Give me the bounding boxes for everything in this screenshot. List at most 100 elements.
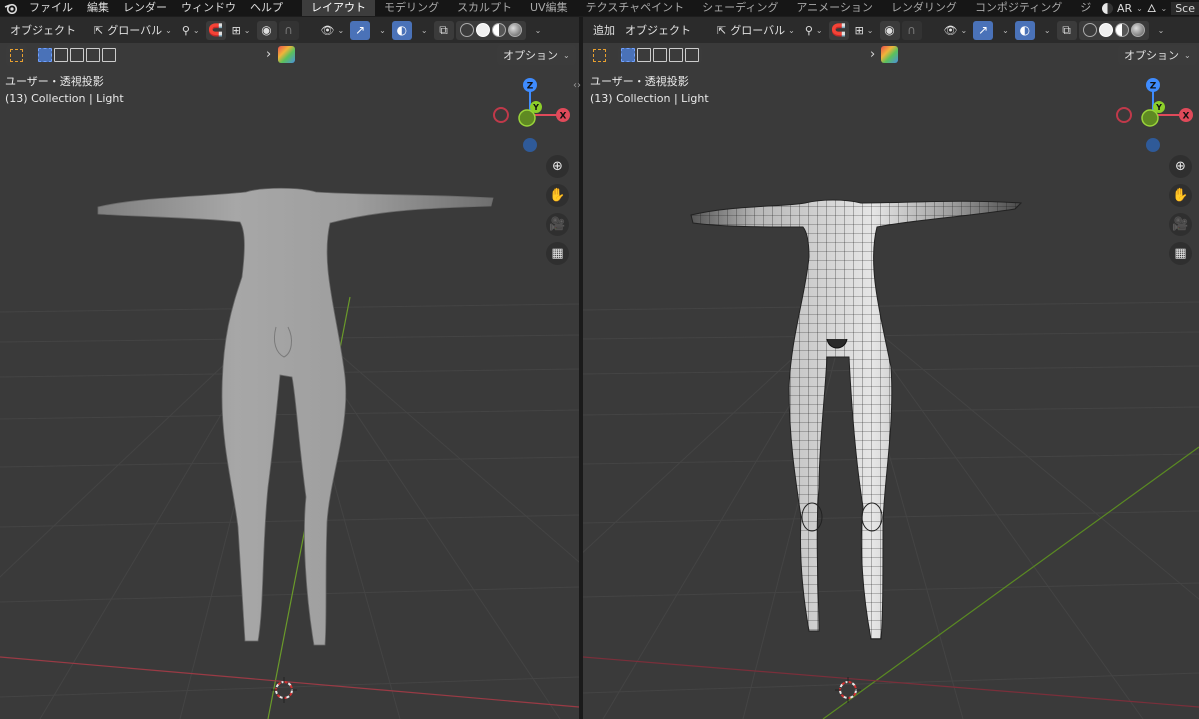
navigation-gizmo[interactable]: Z Y X <box>1113 75 1199 165</box>
select-tool-icon[interactable] <box>6 44 27 66</box>
rendered-shading-icon[interactable] <box>1130 23 1145 37</box>
select-intersect-icon[interactable] <box>685 48 699 62</box>
hand-icon[interactable]: ✋ <box>546 184 569 207</box>
ar-label[interactable]: AR <box>1117 2 1132 15</box>
chevron-right-icon[interactable]: › <box>870 47 875 62</box>
object-menu[interactable]: オブジェクト <box>621 21 695 40</box>
neg-x-axis-handle[interactable] <box>493 107 509 123</box>
overlay-toggle-icon[interactable]: ◐ <box>1014 20 1035 40</box>
snap-toggle-icon[interactable]: 🧲 <box>205 20 226 40</box>
menu-render[interactable]: レンダー <box>116 0 174 16</box>
pivot-dropdown[interactable]: ⚲ ⌄ <box>178 21 204 40</box>
workspace-tab-rendering[interactable]: レンダリング <box>882 0 966 16</box>
visibility-dropdown[interactable]: 👁 ⌄ <box>317 21 349 40</box>
options-dropdown[interactable]: オプション ⌄ <box>1118 45 1197 65</box>
chevron-down-icon[interactable]: ⌄ <box>1136 4 1143 13</box>
solid-shading-icon[interactable] <box>1098 23 1113 37</box>
material-shading-icon[interactable] <box>491 23 506 37</box>
workspace-tab-shading[interactable]: シェーディング <box>693 0 787 16</box>
workspace-tab-animation[interactable]: アニメーション <box>787 0 882 16</box>
hand-icon[interactable]: ✋ <box>1169 184 1192 207</box>
chevron-right-icon[interactable]: › <box>266 47 271 62</box>
editor-type-cube-icon[interactable] <box>881 46 898 63</box>
area-divider-arrows-icon[interactable]: ‹› <box>573 80 581 91</box>
neg-z-axis-handle[interactable] <box>1146 138 1160 152</box>
workspace-tab-sculpt[interactable]: スカルプト <box>448 0 521 16</box>
wireframe-shading-icon[interactable] <box>1082 23 1097 37</box>
editor-type-cube-icon[interactable] <box>278 46 295 63</box>
menu-window[interactable]: ウィンドウ <box>174 0 243 16</box>
grid-icon[interactable]: ▦ <box>1169 242 1192 265</box>
neg-x-axis-handle[interactable] <box>1116 107 1132 123</box>
camera-icon[interactable]: 🎥 <box>1169 213 1192 236</box>
gizmo-dropdown[interactable]: ⌄ <box>372 21 390 40</box>
3d-cursor-icon[interactable] <box>835 677 861 703</box>
grid-icon[interactable]: ▦ <box>546 242 569 265</box>
shading-dropdown[interactable]: ⌄ <box>528 21 546 40</box>
visibility-dropdown[interactable]: 👁 ⌄ <box>940 21 972 40</box>
zoom-icon[interactable]: ⊕ <box>546 155 569 178</box>
pivot-dropdown[interactable]: ⚲ ⌄ <box>801 21 827 40</box>
select-intersect-icon[interactable] <box>102 48 116 62</box>
workspace-tab-uv[interactable]: UV編集 <box>521 0 577 16</box>
workspace-tab-layout[interactable]: レイアウト <box>302 0 375 16</box>
scene-name-field[interactable]: Sce <box>1171 1 1199 15</box>
x-axis-label: X <box>1183 112 1190 122</box>
neg-z-axis-handle[interactable] <box>523 138 537 152</box>
proportional-edit-icon[interactable]: ◉ <box>256 20 277 40</box>
blender-logo-icon[interactable] <box>0 0 22 16</box>
wireframe-shading-icon[interactable] <box>459 23 474 37</box>
right-3d-viewport[interactable]: 追加 オブジェクト ⇱ グローバル ⌄ ⚲ ⌄ 🧲 ⊞ ⌄ ◉ ∩ 👁 ⌄ ↗ ⌄ ◐… <box>583 17 1199 719</box>
workspace-tab-modeling[interactable]: モデリング <box>375 0 448 16</box>
select-new-icon[interactable] <box>621 48 635 62</box>
falloff-curve-icon[interactable]: ∩ <box>278 20 299 40</box>
xray-toggle-icon[interactable]: ⧉ <box>1056 20 1077 40</box>
gizmo-dropdown[interactable]: ⌄ <box>995 21 1013 40</box>
select-invert-icon[interactable] <box>86 48 100 62</box>
mode-menu-object[interactable]: オブジェクト <box>6 21 80 40</box>
material-shading-icon[interactable] <box>1114 23 1129 37</box>
snap-target-dropdown[interactable]: ⊞ ⌄ <box>851 21 878 40</box>
xray-toggle-icon[interactable]: ⧉ <box>433 20 454 40</box>
overlay-dropdown[interactable]: ⌄ <box>414 21 432 40</box>
select-invert-icon[interactable] <box>669 48 683 62</box>
chevron-down-icon[interactable]: ⌄ <box>1160 4 1167 13</box>
neg-y-axis-handle[interactable] <box>518 109 536 127</box>
proportional-edit-icon[interactable]: ◉ <box>879 20 900 40</box>
navigation-gizmo[interactable]: Z Y X <box>490 75 579 165</box>
overlay-toggle-icon[interactable]: ◐ <box>391 20 412 40</box>
neg-y-axis-handle[interactable] <box>1141 109 1159 127</box>
camera-icon[interactable]: 🎥 <box>546 213 569 236</box>
add-menu[interactable]: 追加 <box>589 21 619 40</box>
zoom-icon[interactable]: ⊕ <box>1169 155 1192 178</box>
select-subtract-icon[interactable] <box>653 48 667 62</box>
workspace-tab-texture-paint[interactable]: テクスチャペイント <box>577 0 694 16</box>
transform-orientation-dropdown[interactable]: ⇱ グローバル ⌄ <box>713 21 799 40</box>
falloff-curve-icon[interactable]: ∩ <box>901 20 922 40</box>
shading-dropdown[interactable]: ⌄ <box>1151 21 1169 40</box>
workspace-tab-overflow[interactable]: ジ <box>1071 0 1100 16</box>
select-extend-icon[interactable] <box>637 48 651 62</box>
select-subtract-icon[interactable] <box>70 48 84 62</box>
chevron-down-icon: ⌄ <box>165 25 172 35</box>
options-dropdown[interactable]: オプション ⌄ <box>497 45 576 65</box>
gizmo-toggle-icon[interactable]: ↗ <box>350 20 371 40</box>
workspace-tab-compositing[interactable]: コンポジティング <box>966 0 1071 16</box>
left-3d-viewport[interactable]: オブジェクト ⇱ グローバル ⌄ ⚲ ⌄ 🧲 ⊞ ⌄ ◉ ∩ 👁 ⌄ ↗ ⌄ ◐ ⌄ … <box>0 17 579 719</box>
rendered-shading-icon[interactable] <box>507 23 522 37</box>
solid-shading-icon[interactable] <box>475 23 490 37</box>
menu-help[interactable]: ヘルプ <box>243 0 290 16</box>
select-extend-icon[interactable] <box>54 48 68 62</box>
snap-target-dropdown[interactable]: ⊞ ⌄ <box>228 21 255 40</box>
menu-edit[interactable]: 編集 <box>80 0 116 16</box>
select-tool-icon[interactable] <box>589 44 610 66</box>
halfmoon-icon[interactable] <box>1101 2 1113 14</box>
overlay-dropdown[interactable]: ⌄ <box>1037 21 1055 40</box>
gizmo-toggle-icon[interactable]: ↗ <box>973 20 994 40</box>
view-name: ユーザー・透視投影 <box>5 75 104 88</box>
snap-toggle-icon[interactable]: 🧲 <box>828 20 849 40</box>
scene-icon[interactable]: 🜂 <box>1147 0 1157 16</box>
transform-orientation-dropdown[interactable]: ⇱ グローバル ⌄ <box>90 21 176 40</box>
select-new-icon[interactable] <box>38 48 52 62</box>
menu-file[interactable]: ファイル <box>22 0 80 16</box>
